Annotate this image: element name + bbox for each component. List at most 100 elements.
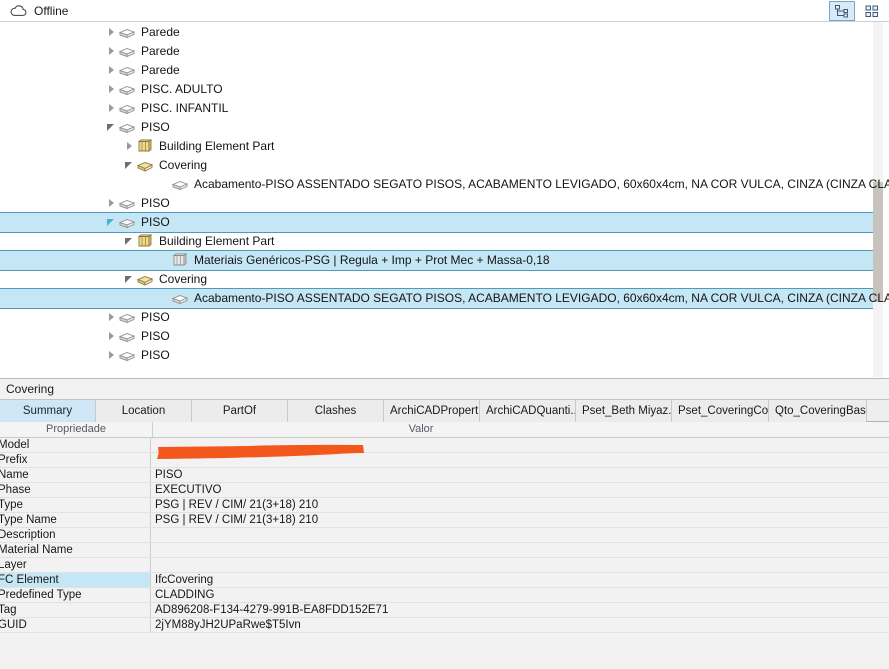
hierarchy-tree-view-button[interactable] [829, 1, 855, 21]
tree-row[interactable]: PISC. ADULTO [0, 79, 889, 98]
slab-icon [118, 28, 136, 38]
property-value: PISO [155, 469, 183, 481]
property-name: Name [0, 468, 151, 482]
property-row[interactable]: Phase EXECUTIVO [0, 483, 889, 498]
tree-row[interactable]: PISO [0, 307, 889, 326]
chevron-right-icon[interactable] [105, 82, 118, 95]
property-name: Prefix [0, 453, 151, 467]
grid-view-button[interactable] [859, 1, 885, 21]
slab-icon [118, 218, 136, 228]
tree-row-label: Parede [141, 62, 180, 77]
property-row[interactable]: Prefix [0, 453, 889, 468]
tree-row[interactable]: Building Element Part [0, 231, 889, 250]
tree-row[interactable]: PISO [0, 345, 889, 364]
tab-qto-coveringbas[interactable]: Qto_CoveringBas... [769, 400, 867, 422]
tree-row[interactable]: PISO [0, 212, 889, 233]
chevron-right-icon[interactable] [105, 329, 118, 342]
chevron-down-icon[interactable] [123, 234, 136, 247]
property-value [151, 528, 889, 542]
tab-archicadpropert[interactable]: ArchiCADPropert... [384, 400, 480, 422]
chevron-right-icon[interactable] [105, 196, 118, 209]
tree-row-label: PISO [141, 328, 170, 343]
tree-scrollbar-thumb[interactable] [873, 182, 883, 302]
properties-panel: Covering Summary Location PartOf Clashes Arc… [0, 378, 889, 669]
grid-view-icon [865, 5, 878, 17]
tree-row[interactable]: Parede [0, 22, 889, 41]
tree-row[interactable]: PISO [0, 193, 889, 212]
chevron-right-icon[interactable] [105, 44, 118, 57]
property-row[interactable]: Material Name [0, 543, 889, 558]
tree-row[interactable]: PISO [0, 117, 889, 136]
tree-row[interactable]: Acabamento-PISO ASSENTADO SEGATO PISOS, … [0, 174, 889, 193]
property-row[interactable]: Type PSG | REV / CIM/ 21(3+18) 210 [0, 498, 889, 513]
tab-pset-coveringco[interactable]: Pset_CoveringCo... [672, 400, 769, 422]
chevron-down-icon[interactable] [123, 158, 136, 171]
tab-pset-beth-miyaz[interactable]: Pset_Beth Miyaz... [576, 400, 672, 422]
slab-icon [118, 85, 136, 95]
property-value: EXECUTIVO [155, 484, 222, 496]
tab-archicadquanti[interactable]: ArchiCADQuanti... [480, 400, 576, 422]
chevron-right-icon[interactable] [123, 139, 136, 152]
tree-row-label: Parede [141, 43, 180, 58]
properties-grid-header: Propriedade Valor [0, 422, 889, 438]
tree-row[interactable]: Acabamento-PISO ASSENTADO SEGATO PISOS, … [0, 288, 889, 309]
chevron-down-icon[interactable] [105, 120, 118, 133]
covering-leaf-icon [171, 180, 189, 190]
tree-row[interactable]: Covering [0, 269, 889, 288]
tree-row[interactable]: Building Element Part [0, 136, 889, 155]
chevron-down-icon[interactable] [105, 215, 118, 228]
model-tree[interactable]: Parede Parede Parede PISC. ADULTO PISC. INFA… [0, 22, 889, 377]
slab-icon [118, 104, 136, 114]
column-header-value: Valor [408, 423, 434, 435]
property-row[interactable]: Layer [0, 558, 889, 573]
chevron-right-icon[interactable] [105, 348, 118, 361]
tree-row[interactable]: Parede [0, 41, 889, 60]
property-row[interactable]: Name PISO [0, 468, 889, 483]
connection-status: Offline [10, 0, 68, 22]
chevron-right-icon[interactable] [105, 310, 118, 323]
property-row[interactable]: Predefined Type CLADDING [0, 588, 889, 603]
property-row[interactable]: Tag AD896208-F134-4279-991B-EA8FDD152E71 [0, 603, 889, 618]
chevron-down-icon[interactable] [123, 272, 136, 285]
property-name: Type [0, 498, 151, 512]
property-row[interactable]: FC Element IfcCovering [0, 573, 889, 588]
tree-row[interactable]: Covering [0, 155, 889, 174]
tree-row-label: Acabamento-PISO ASSENTADO SEGATO PISOS, … [194, 176, 889, 191]
property-name: Type Name [0, 513, 151, 527]
tree-row-label: PISC. INFANTIL [141, 100, 229, 115]
property-name: Predefined Type [0, 588, 151, 602]
properties-tab-bar[interactable]: Summary Location PartOf Clashes ArchiCADProp… [0, 399, 889, 422]
tree-row[interactable]: PISC. INFANTIL [0, 98, 889, 117]
tree-row[interactable]: Materiais Genéricos-PSG | Regula + Imp +… [0, 250, 889, 271]
property-name: FC Element [0, 573, 151, 587]
slab-icon [118, 123, 136, 133]
property-row[interactable]: Type Name PSG | REV / CIM/ 21(3+18) 210 [0, 513, 889, 528]
property-row[interactable]: Model [0, 438, 889, 453]
tree-row-label: PISO [141, 309, 170, 324]
hierarchy-tree-icon [834, 4, 848, 17]
tree-row[interactable]: Parede [0, 60, 889, 79]
tab-summary[interactable]: Summary [0, 400, 96, 422]
property-row[interactable]: Description [0, 528, 889, 543]
status-bar: Offline [0, 0, 889, 22]
tree-row-label: Acabamento-PISO ASSENTADO SEGATO PISOS, … [194, 290, 889, 305]
tab-location[interactable]: Location [96, 400, 192, 422]
tree-vertical-scrollbar[interactable] [873, 22, 883, 377]
tab-partof[interactable]: PartOf [192, 400, 288, 422]
chevron-right-icon[interactable] [105, 101, 118, 114]
connection-status-label: Offline [34, 4, 69, 18]
property-name: Material Name [0, 543, 151, 557]
tab-clashes[interactable]: Clashes [288, 400, 384, 422]
tree-row[interactable]: PISO [0, 326, 889, 345]
chevron-right-icon[interactable] [105, 25, 118, 38]
property-row[interactable]: GUID 2jYM88yJH2UPaRwe$T5Ivn [0, 618, 889, 633]
chevron-right-icon[interactable] [105, 63, 118, 76]
